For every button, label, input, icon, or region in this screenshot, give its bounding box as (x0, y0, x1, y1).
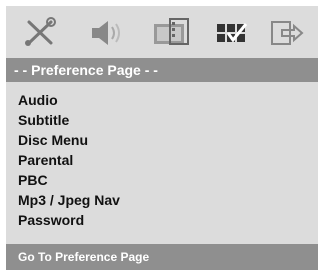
preference-menu: Audio Subtitle Disc Menu Parental PBC Mp… (18, 90, 308, 230)
status-text: Go To Preference Page (18, 250, 150, 264)
speaker-icon[interactable] (84, 16, 128, 50)
menu-item-disc-menu[interactable]: Disc Menu (18, 130, 308, 150)
menu-item-mp3-jpeg-nav[interactable]: Mp3 / Jpeg Nav (18, 190, 308, 210)
page-title: - - Preference Page - - (14, 62, 158, 78)
menu-item-parental[interactable]: Parental (18, 150, 308, 170)
status-bar: Go To Preference Page (6, 244, 318, 270)
preference-icon[interactable] (212, 16, 256, 50)
page-title-bar: - - Preference Page - - (6, 58, 318, 82)
icon-toolbar (6, 6, 318, 58)
menu-item-pbc[interactable]: PBC (18, 170, 308, 190)
video-icon[interactable] (148, 16, 192, 50)
menu-item-audio[interactable]: Audio (18, 90, 308, 110)
menu-item-subtitle[interactable]: Subtitle (18, 110, 308, 130)
menu-item-password[interactable]: Password (18, 210, 308, 230)
osd-screen: - - Preference Page - - Audio Subtitle D… (6, 6, 318, 270)
exit-icon[interactable] (264, 16, 308, 50)
settings-icon[interactable] (20, 16, 64, 50)
